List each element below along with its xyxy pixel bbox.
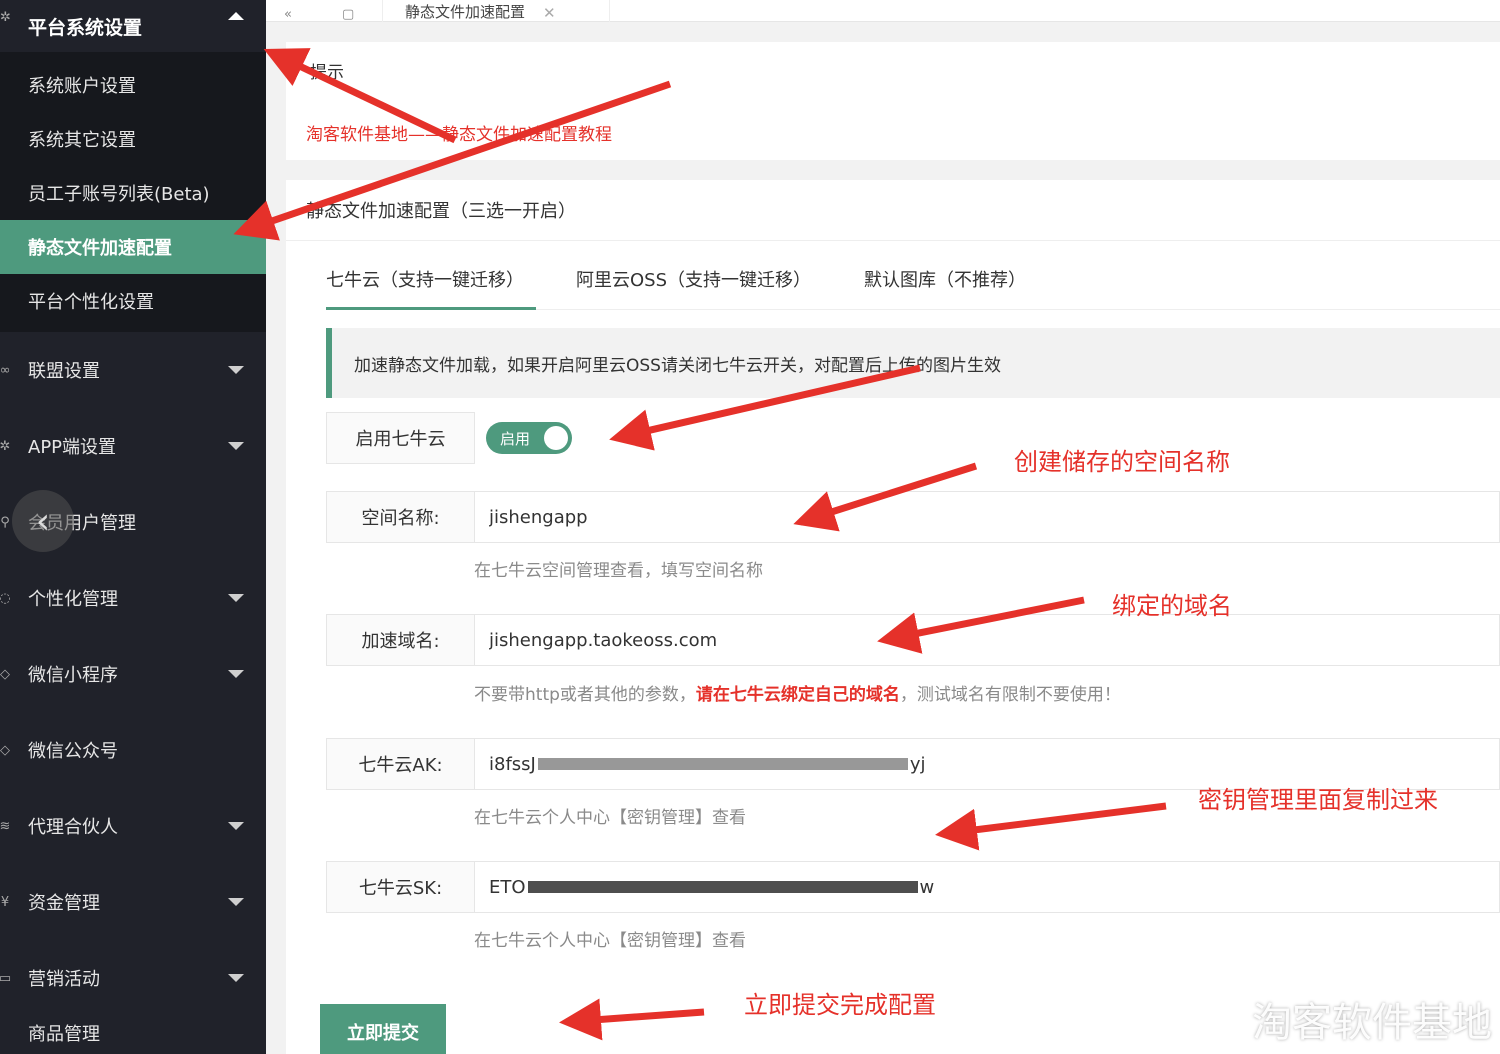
- domain-help: 不要带http或者其他的参数，请在七牛云绑定自己的域名，测试域名有限制不要使用！: [474, 685, 1121, 705]
- chevron-left-icon: ‹: [35, 500, 51, 542]
- gear-icon: ✲: [0, 438, 11, 454]
- chevron-up-icon: [228, 12, 244, 20]
- tip-title: 提示: [310, 63, 344, 83]
- enable-row: 启用七牛云 启用: [326, 412, 1500, 464]
- sidebar-item-personalization[interactable]: 平台个性化设置: [0, 274, 266, 328]
- toggle-knob: [544, 426, 568, 450]
- tip-card: 提示 淘客软件基地——静态文件加速配置教程: [286, 42, 1500, 160]
- link-icon: ∞: [0, 362, 11, 378]
- sidebar-item-partners[interactable]: ≋ 代理合伙人: [0, 788, 266, 864]
- tab-qiniu[interactable]: 七牛云（支持一键迁移）: [326, 262, 536, 310]
- annotation-domain: 绑定的域名: [1112, 592, 1232, 620]
- chevron-down-icon: [228, 898, 244, 906]
- sk-label: 七牛云SK:: [326, 861, 475, 913]
- close-icon[interactable]: ✕: [543, 4, 556, 22]
- submit-button[interactable]: 立即提交: [320, 1004, 446, 1054]
- ak-help: 在七牛云个人中心【密钥管理】查看: [474, 808, 746, 828]
- sidebar-item-marketing[interactable]: ▭ 营销活动: [0, 940, 266, 1016]
- tab-bar: « ▢ 静态文件加速配置 ✕: [266, 0, 1500, 22]
- chevron-down-icon: [228, 974, 244, 982]
- divider: [286, 240, 1500, 241]
- cube-icon: ◇: [0, 742, 10, 758]
- menu-group-label: 平台系统设置: [28, 16, 143, 39]
- sidebar-item-system-account[interactable]: 系统账户设置: [0, 58, 266, 112]
- sidebar-item-system-other[interactable]: 系统其它设置: [0, 112, 266, 166]
- config-title: 静态文件加速配置（三选一开启）: [306, 201, 576, 222]
- annotation-bucket: 创建储存的空间名称: [1014, 448, 1230, 476]
- tab-static-acceleration[interactable]: 静态文件加速配置 ✕: [382, 0, 610, 22]
- sidebar-item-static-acceleration[interactable]: 静态文件加速配置: [0, 220, 266, 274]
- cube-icon: ◇: [0, 666, 10, 682]
- chevron-down-icon: [228, 594, 244, 602]
- watermark: 淘客软件基地: [1252, 1000, 1492, 1046]
- tab-default-gallery[interactable]: 默认图库（不推荐）: [864, 262, 1026, 310]
- sidebar: ✲ 平台系统设置 系统账户设置 系统其它设置 员工子账号列表(Beta) 静态文…: [0, 0, 266, 1054]
- sidebar-item-app[interactable]: ✲ APP端设置: [0, 408, 266, 484]
- settings-icon: ✲: [0, 10, 11, 25]
- enable-label: 启用七牛云: [326, 412, 475, 464]
- bucket-help: 在七牛云空间管理查看，填写空间名称: [474, 561, 763, 581]
- sidebar-item-products[interactable]: 商品管理: [0, 1016, 266, 1046]
- layers-icon: ≋: [0, 818, 11, 834]
- double-chevron-left-icon[interactable]: «: [284, 0, 292, 22]
- page-icon[interactable]: ▢: [342, 0, 354, 22]
- menu-group-platform-settings[interactable]: ✲ 平台系统设置: [0, 0, 266, 52]
- tutorial-link[interactable]: 淘客软件基地——静态文件加速配置教程: [306, 120, 612, 145]
- redacted-key: [527, 881, 918, 893]
- bucket-label: 空间名称:: [326, 491, 475, 543]
- annotation-keys: 密钥管理里面复制过来: [1198, 786, 1438, 814]
- submenu: 系统账户设置 系统其它设置 员工子账号列表(Beta) 静态文件加速配置 平台个…: [0, 52, 266, 332]
- domain-row: 加速域名:: [326, 614, 1500, 666]
- enable-toggle[interactable]: 启用: [486, 422, 572, 454]
- notice-banner: 加速静态文件加载，如果开启阿里云OSS请关闭七牛云开关，对配置后上传的图片生效: [326, 328, 1500, 398]
- redacted-key: [537, 758, 908, 770]
- palette-icon: ◌: [0, 590, 11, 606]
- domain-input[interactable]: [474, 614, 1500, 666]
- sidebar-item-custom[interactable]: ◌ 个性化管理: [0, 560, 266, 636]
- sk-input[interactable]: ETO w: [474, 861, 1500, 913]
- sidebar-item-finance[interactable]: ¥ 资金管理: [0, 864, 266, 940]
- back-button[interactable]: ‹: [12, 490, 74, 552]
- sidebar-item-miniprogram[interactable]: ◇ 微信小程序: [0, 636, 266, 712]
- sidebar-item-staff-accounts[interactable]: 员工子账号列表(Beta): [0, 166, 266, 220]
- bucket-row: 空间名称:: [326, 491, 1500, 543]
- sidebar-item-alliance[interactable]: ∞ 联盟设置: [0, 332, 266, 408]
- user-icon: ⚲: [0, 514, 10, 530]
- config-card: 静态文件加速配置（三选一开启） 七牛云（支持一键迁移） 阿里云OSS（支持一键迁…: [286, 180, 1500, 1054]
- sidebar-item-official-account[interactable]: ◇ 微信公众号: [0, 712, 266, 788]
- chevron-down-icon: [228, 670, 244, 678]
- provider-tabs: 七牛云（支持一键迁移） 阿里云OSS（支持一键迁移） 默认图库（不推荐）: [326, 262, 1500, 310]
- chevron-down-icon: [228, 822, 244, 830]
- tab-aliyun-oss[interactable]: 阿里云OSS（支持一键迁移）: [576, 262, 811, 310]
- annotation-submit: 立即提交完成配置: [744, 991, 936, 1019]
- yen-icon: ¥: [0, 894, 10, 910]
- sk-help: 在七牛云个人中心【密钥管理】查看: [474, 931, 746, 951]
- domain-label: 加速域名:: [326, 614, 475, 666]
- bucket-input[interactable]: [474, 491, 1500, 543]
- chevron-down-icon: [228, 442, 244, 450]
- calendar-icon: ▭: [0, 970, 12, 986]
- chevron-down-icon: [228, 366, 244, 374]
- ak-label: 七牛云AK:: [326, 738, 475, 790]
- sk-row: 七牛云SK: ETO w: [326, 861, 1500, 913]
